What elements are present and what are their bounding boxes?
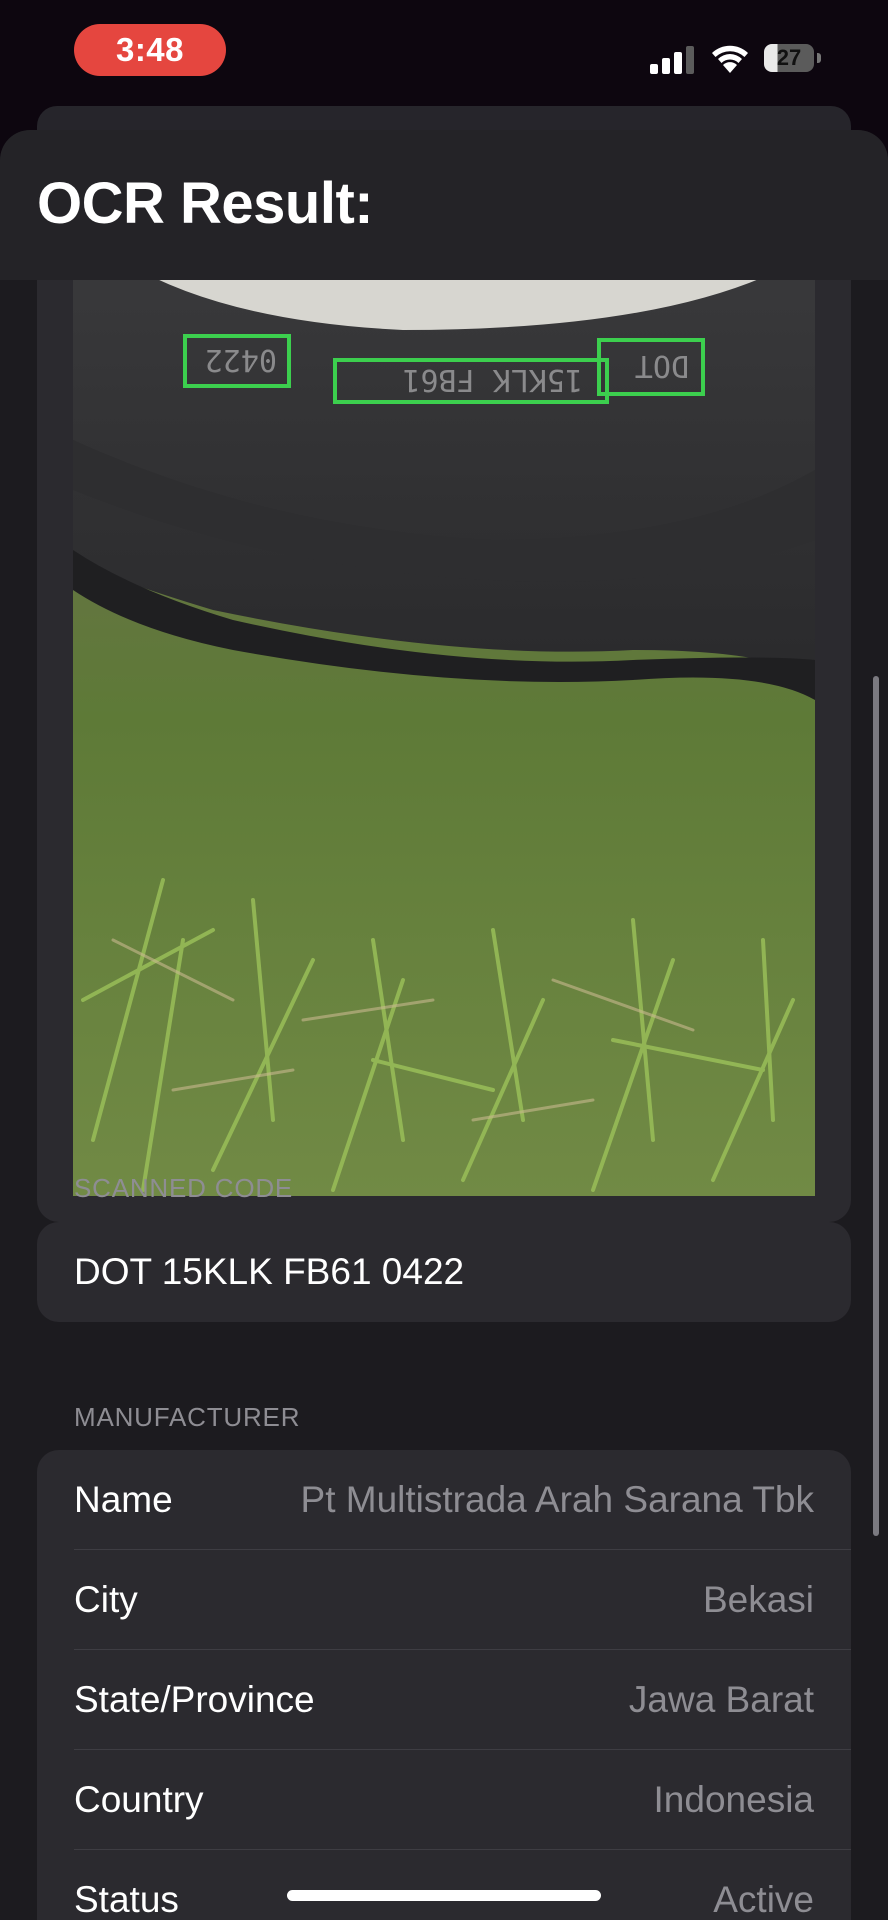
manufacturer-card: Name Pt Multistrada Arah Sarana Tbk City…: [37, 1450, 851, 1920]
row-value: Indonesia: [653, 1779, 814, 1820]
detected-text-0422: 0422: [205, 342, 277, 377]
row-value: Active: [713, 1879, 814, 1920]
battery-icon: 27: [764, 44, 822, 74]
image-card: 0422 15KLK FB61 DOT: [37, 240, 851, 1222]
cellular-signal-icon: [650, 44, 696, 74]
scanned-code-card[interactable]: DOT 15KLK FB61 0422: [37, 1222, 851, 1322]
scanned-code-value: DOT 15KLK FB61 0422: [74, 1251, 465, 1292]
manufacturer-row-name[interactable]: Name Pt Multistrada Arah Sarana Tbk: [37, 1450, 851, 1550]
tire-photo[interactable]: 0422 15KLK FB61 DOT: [73, 240, 815, 1196]
ocr-result-sheet: OCR Result: 0422 15KLK FB61 DOT SCANNED …: [0, 130, 888, 1920]
wifi-icon: [710, 40, 750, 74]
manufacturer-row-city[interactable]: City Bekasi: [37, 1550, 851, 1650]
row-label: State/Province: [74, 1679, 315, 1720]
manufacturer-row-state[interactable]: State/Province Jawa Barat: [37, 1650, 851, 1750]
detected-text-dot: DOT: [635, 348, 689, 383]
row-label: City: [74, 1579, 138, 1620]
status-bar: 3:48 27: [0, 0, 888, 110]
scrollbar[interactable]: [873, 676, 879, 1536]
manufacturer-row-status[interactable]: Status Active: [37, 1850, 851, 1920]
row-label: Country: [74, 1779, 204, 1820]
status-time[interactable]: 3:48: [74, 24, 226, 76]
row-value: Jawa Barat: [628, 1679, 814, 1720]
battery-level: 27: [764, 44, 814, 72]
manufacturer-header: MANUFACTURER: [74, 1402, 301, 1432]
row-label: Status: [74, 1879, 179, 1920]
sheet-header: OCR Result:: [0, 130, 888, 280]
page-title: OCR Result:: [37, 171, 374, 236]
home-indicator[interactable]: [287, 1890, 601, 1901]
row-value: Pt Multistrada Arah Sarana Tbk: [300, 1479, 814, 1520]
scanned-code-header: SCANNED CODE: [74, 1173, 294, 1203]
row-label: Name: [74, 1479, 173, 1520]
row-value: Bekasi: [702, 1579, 814, 1620]
detected-text-code: 15KLK FB61: [402, 362, 583, 397]
manufacturer-row-country[interactable]: Country Indonesia: [37, 1750, 851, 1850]
